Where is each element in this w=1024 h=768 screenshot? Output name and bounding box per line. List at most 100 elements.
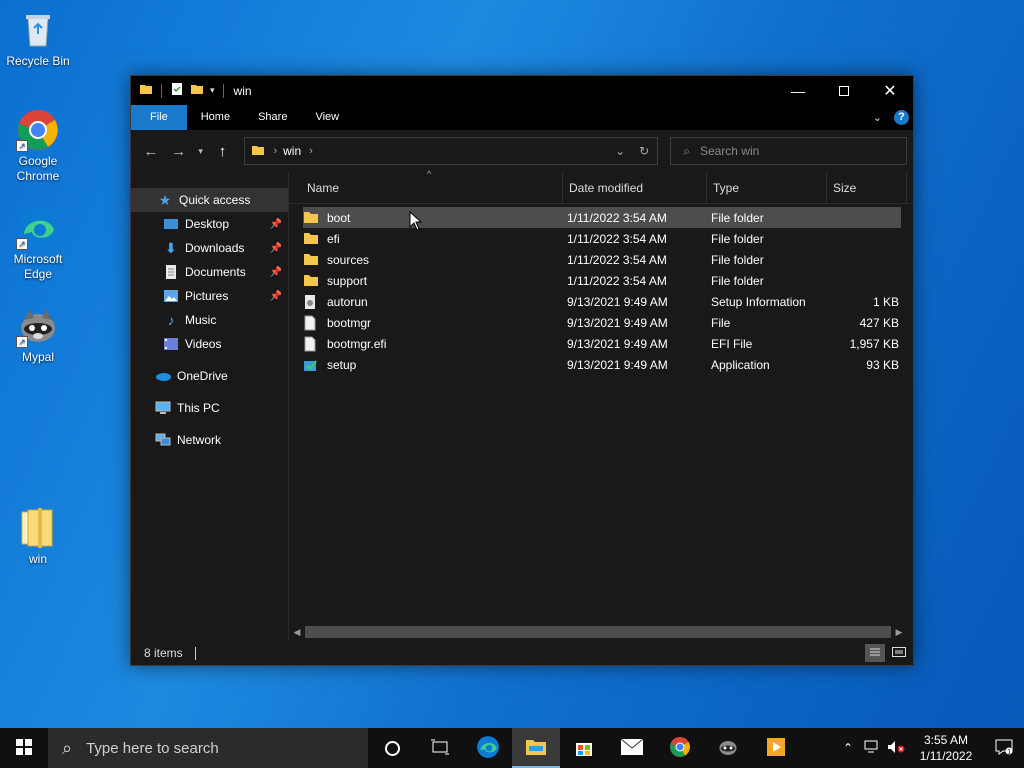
file-row-efi[interactable]: efi 1/11/2022 3:54 AM File folder bbox=[303, 228, 901, 249]
file-type: Application bbox=[711, 357, 770, 372]
nav-network[interactable]: Network bbox=[131, 428, 288, 452]
network-icon bbox=[864, 740, 880, 757]
column-header-size[interactable]: Size bbox=[827, 171, 907, 204]
help-icon[interactable]: ? bbox=[894, 110, 909, 125]
taskbar-clock[interactable]: 3:55 AM 1/11/2022 bbox=[908, 732, 984, 764]
search-input[interactable] bbox=[699, 144, 890, 158]
tab-file[interactable]: File bbox=[131, 105, 187, 130]
search-box[interactable]: ⌕ bbox=[670, 137, 907, 165]
start-button[interactable] bbox=[0, 728, 48, 768]
nav-videos[interactable]: Videos bbox=[131, 332, 288, 356]
nav-downloads[interactable]: ⬇ Downloads 📌 bbox=[131, 236, 288, 260]
nav-quick-access[interactable]: ★ Quick access bbox=[131, 188, 288, 212]
taskbar-chrome[interactable] bbox=[656, 728, 704, 768]
pin-icon: 📌 bbox=[269, 218, 282, 230]
recent-locations-button[interactable]: ▾ bbox=[193, 146, 209, 157]
file-row-autorun[interactable]: autorun 9/13/2021 9:49 AM Setup Informat… bbox=[303, 291, 901, 312]
file-name: setup bbox=[327, 357, 357, 372]
desktop-icon-edge[interactable]: ↗ Microsoft Edge bbox=[0, 206, 76, 282]
forward-button[interactable]: → bbox=[165, 143, 193, 160]
breadcrumb-chevron-icon[interactable]: › bbox=[309, 145, 313, 157]
cortana-button[interactable] bbox=[368, 728, 416, 768]
breadcrumb-win[interactable]: win bbox=[283, 144, 301, 158]
desktop-icon-recycle-bin[interactable]: Recycle Bin bbox=[0, 8, 76, 69]
file-row-setup[interactable]: setup 9/13/2021 9:49 AM Application 93 K… bbox=[303, 354, 901, 375]
file-row-boot[interactable]: boot 1/11/2022 3:54 AM File folder bbox=[303, 207, 901, 228]
file-row-bootmgr[interactable]: bootmgr 9/13/2021 9:49 AM File 427 KB bbox=[303, 312, 901, 333]
nav-label: Quick access bbox=[179, 193, 251, 207]
system-tray: ⌃ 3:55 AM 1/11/2022 1 bbox=[836, 728, 1024, 768]
file-explorer-window[interactable]: ▾ win — ✕ File Home Share View ⌄ ? ← → ▾… bbox=[130, 75, 914, 666]
customize-chevron-icon[interactable]: ▾ bbox=[210, 85, 215, 96]
taskbar-mypal[interactable] bbox=[704, 728, 752, 768]
network-status-button[interactable] bbox=[860, 740, 884, 757]
desktop-icon-mypal[interactable]: ↗ Mypal bbox=[0, 304, 76, 365]
file-size: 1,957 KB bbox=[849, 336, 899, 351]
file-row-support[interactable]: support 1/11/2022 3:54 AM File folder bbox=[303, 270, 901, 291]
nav-onedrive[interactable]: OneDrive bbox=[131, 364, 288, 388]
task-view-button[interactable] bbox=[416, 728, 464, 768]
file-name: bootmgr bbox=[327, 315, 372, 330]
taskbar-edge[interactable] bbox=[464, 728, 512, 768]
nav-documents[interactable]: Documents 📌 bbox=[131, 260, 288, 284]
volume-muted-icon bbox=[887, 740, 905, 757]
folder-icon bbox=[303, 231, 319, 247]
column-header-type[interactable]: Type bbox=[707, 171, 827, 204]
chevron-up-icon: ⌃ bbox=[842, 741, 854, 755]
action-center-button[interactable]: 1 bbox=[984, 739, 1024, 758]
edge-icon: ↗ bbox=[16, 206, 60, 250]
title-bar[interactable]: ▾ win — ✕ bbox=[131, 76, 913, 105]
taskbar-search-input[interactable] bbox=[86, 739, 337, 757]
minimize-button[interactable]: — bbox=[775, 76, 821, 105]
back-button[interactable]: ← bbox=[137, 143, 165, 160]
taskbar-file-explorer[interactable] bbox=[512, 728, 560, 768]
details-view-icon bbox=[870, 646, 880, 660]
scrollbar-thumb[interactable] bbox=[305, 626, 891, 638]
nav-music[interactable]: ♪ Music bbox=[131, 308, 288, 332]
address-bar[interactable]: › win › ⌄ ↻ bbox=[244, 137, 659, 165]
file-list-pane[interactable]: ^ Name Date modified Type Size boot 1/11… bbox=[289, 169, 913, 641]
details-view-button[interactable] bbox=[865, 644, 885, 662]
properties-icon[interactable] bbox=[170, 82, 184, 99]
horizontal-scrollbar[interactable]: ◀ ▶ bbox=[289, 623, 907, 641]
scroll-right-icon[interactable]: ▶ bbox=[891, 627, 907, 638]
folder-icon bbox=[139, 82, 153, 99]
file-row-sources[interactable]: sources 1/11/2022 3:54 AM File folder bbox=[303, 249, 901, 270]
nav-desktop[interactable]: Desktop 📌 bbox=[131, 212, 288, 236]
maximize-button[interactable] bbox=[821, 76, 867, 105]
folder-icon bbox=[16, 506, 60, 550]
file-type: EFI File bbox=[711, 336, 753, 351]
taskbar-store[interactable] bbox=[560, 728, 608, 768]
column-headers: ^ Name Date modified Type Size bbox=[289, 169, 913, 204]
breadcrumb-chevron-icon[interactable]: › bbox=[273, 145, 277, 157]
show-hidden-icons-button[interactable]: ⌃ bbox=[836, 741, 860, 755]
tab-share[interactable]: Share bbox=[244, 105, 301, 130]
search-icon: ⌕ bbox=[62, 737, 73, 758]
address-dropdown-icon[interactable]: ⌄ bbox=[615, 144, 625, 158]
file-row-bootmgr-efi[interactable]: bootmgr.efi 9/13/2021 9:49 AM EFI File 1… bbox=[303, 333, 901, 354]
refresh-icon[interactable]: ↻ bbox=[639, 144, 649, 158]
taskbar-media-app[interactable] bbox=[752, 728, 800, 768]
large-icons-view-button[interactable] bbox=[889, 644, 909, 662]
column-header-date[interactable]: Date modified bbox=[563, 171, 707, 204]
new-folder-icon[interactable] bbox=[190, 82, 204, 99]
windows-logo-icon bbox=[16, 738, 32, 758]
tab-home[interactable]: Home bbox=[187, 105, 244, 130]
volume-button[interactable] bbox=[884, 740, 908, 757]
up-button[interactable]: ↑ bbox=[209, 143, 237, 160]
scroll-left-icon[interactable]: ◀ bbox=[289, 627, 305, 638]
file-name: support bbox=[327, 273, 368, 288]
desktop-icon-win-folder[interactable]: win bbox=[0, 506, 76, 567]
music-icon: ♪ bbox=[167, 312, 175, 328]
close-button[interactable]: ✕ bbox=[867, 76, 913, 105]
desktop-icon-label: Mypal bbox=[21, 350, 54, 364]
nav-this-pc[interactable]: This PC bbox=[131, 396, 288, 420]
tab-view[interactable]: View bbox=[301, 105, 353, 130]
taskbar-mail[interactable] bbox=[608, 728, 656, 768]
expand-ribbon-chevron-icon[interactable]: ⌄ bbox=[873, 111, 882, 124]
chrome-icon: ↗ bbox=[16, 108, 60, 152]
desktop-icon-chrome[interactable]: ↗ Google Chrome bbox=[0, 108, 76, 184]
nav-pictures[interactable]: Pictures 📌 bbox=[131, 284, 288, 308]
column-header-name[interactable]: Name bbox=[289, 171, 563, 204]
taskbar-search[interactable]: ⌕ bbox=[48, 728, 368, 768]
